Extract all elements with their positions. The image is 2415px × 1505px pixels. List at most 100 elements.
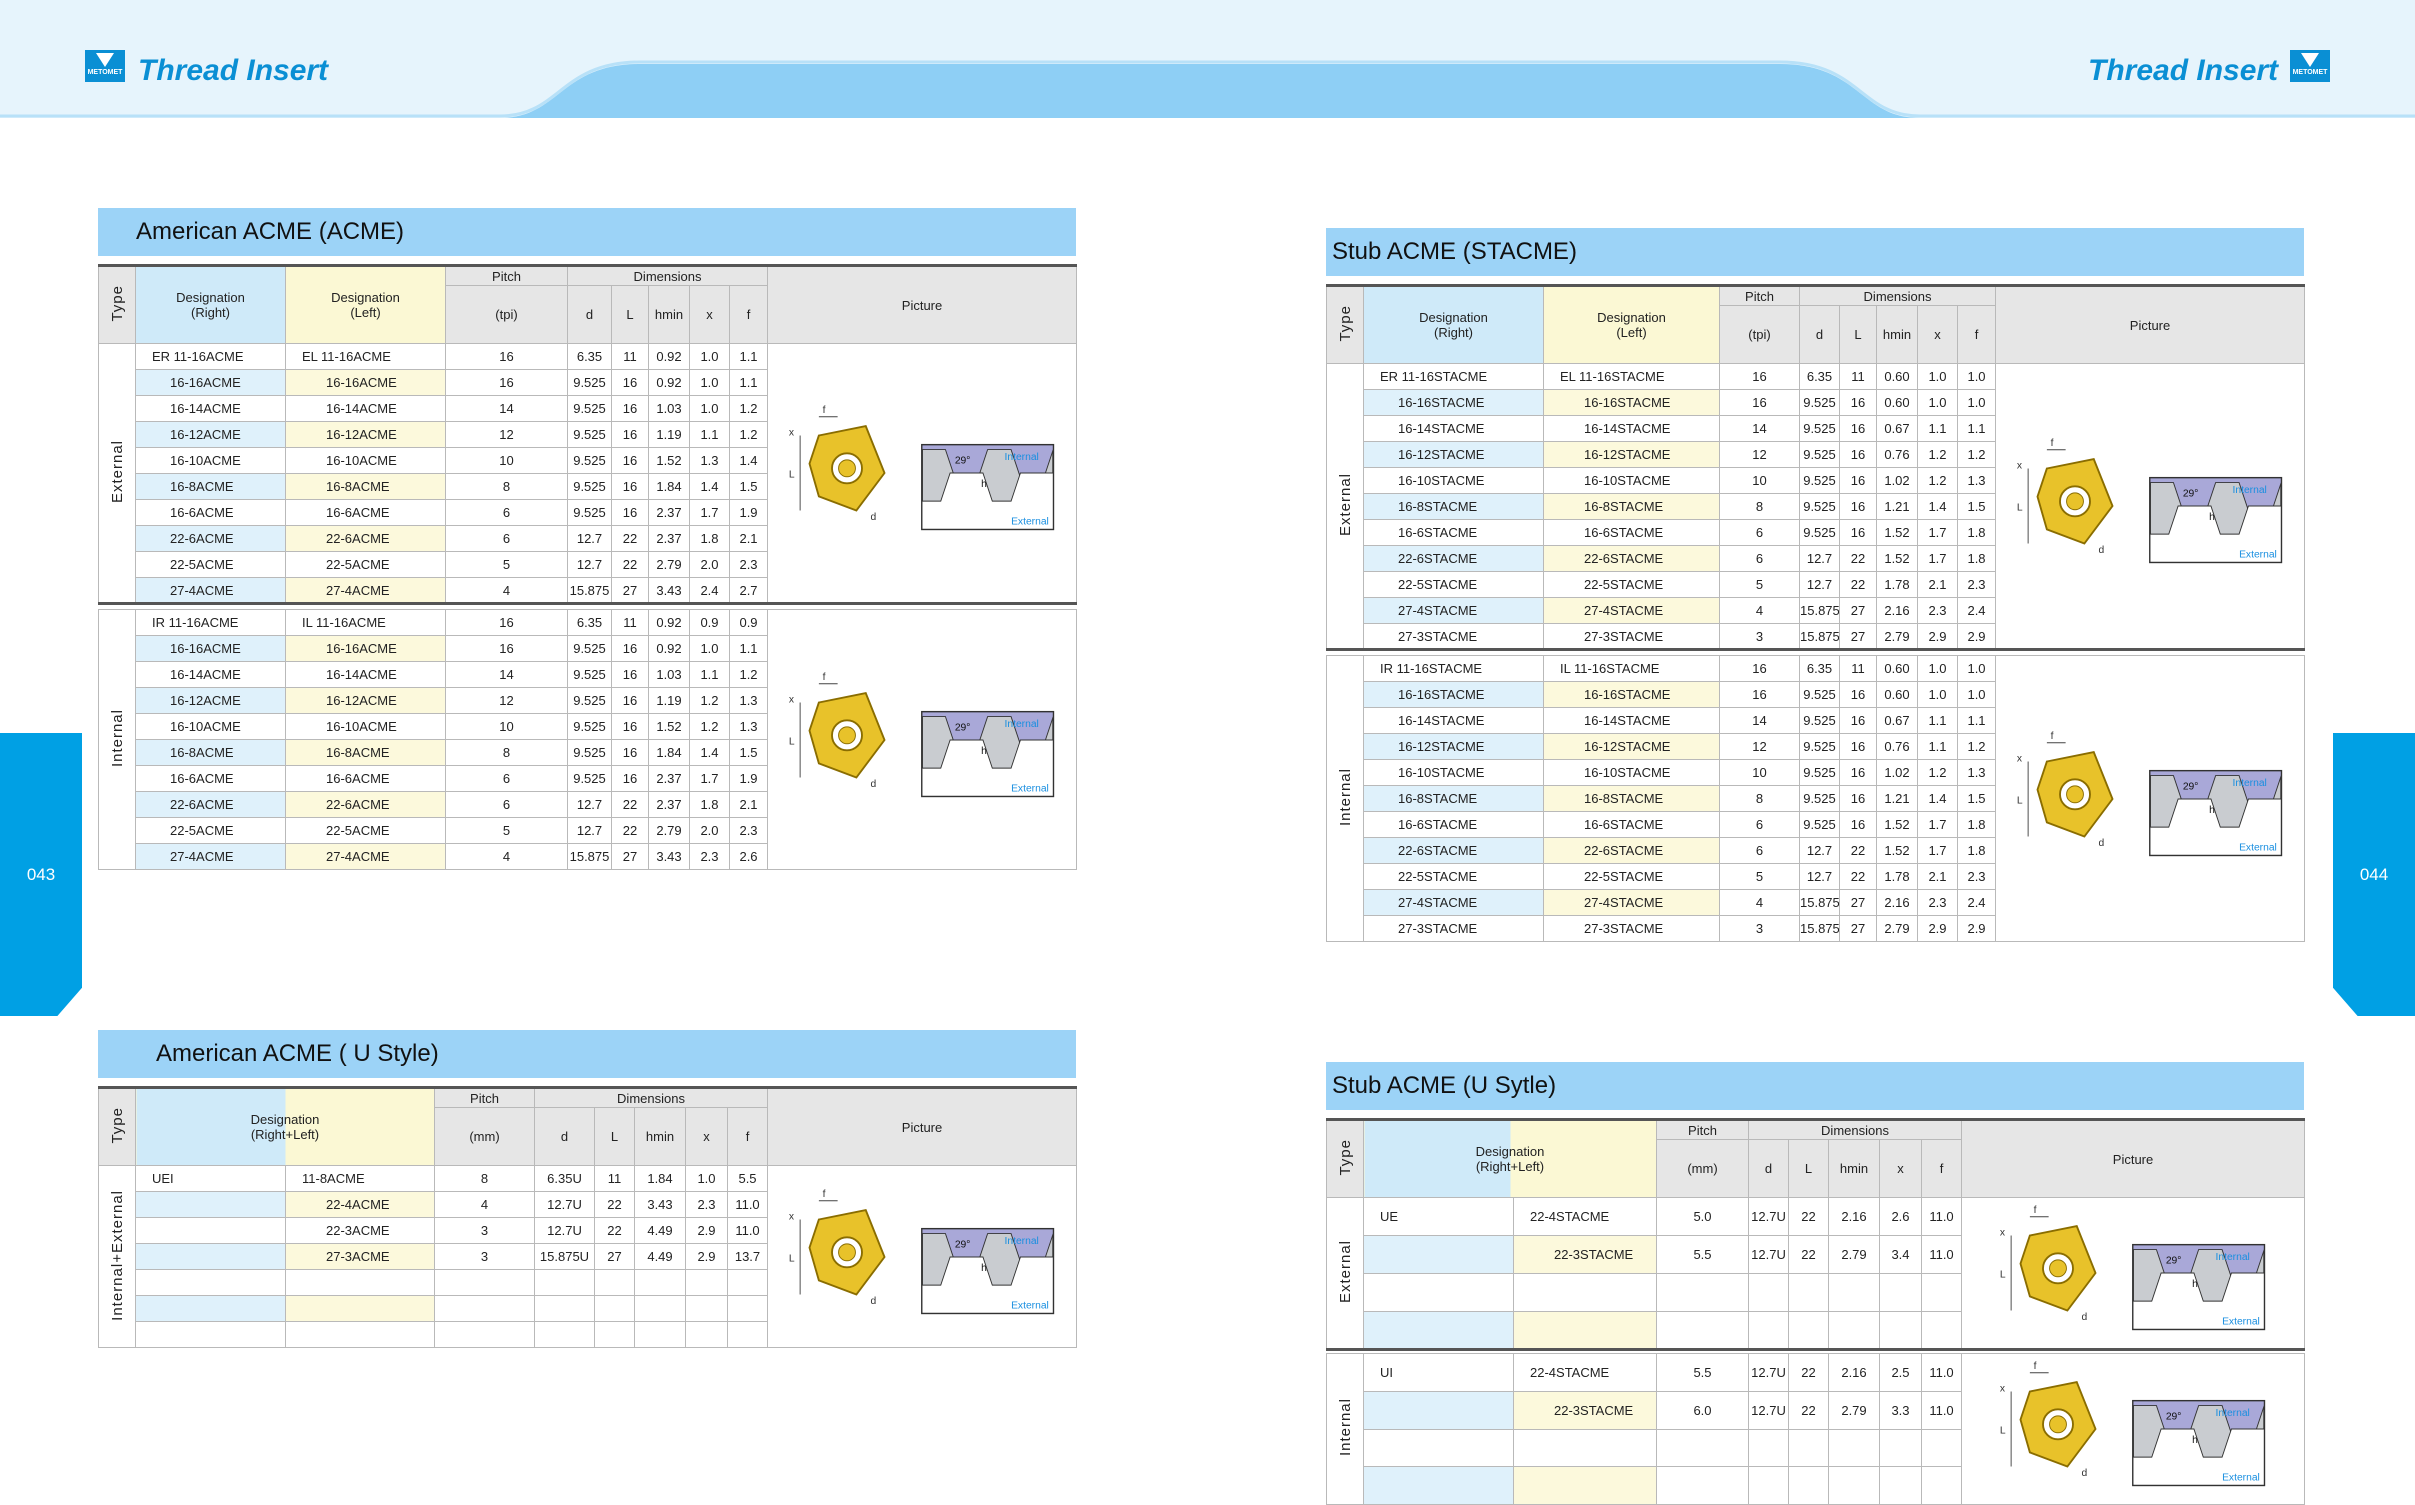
value-cell: 5.5 xyxy=(726,1165,769,1192)
header-band xyxy=(0,0,2415,130)
designation-left: 16-12STACME xyxy=(1543,733,1720,760)
value-cell: 12.7 xyxy=(567,525,612,552)
designation-right: 27-4STACME xyxy=(1363,597,1544,624)
value-cell: 6 xyxy=(1719,519,1800,546)
value-cell: 2.4 xyxy=(1956,889,1997,916)
value-cell: 1.0 xyxy=(689,369,730,396)
designation-right: 27-4STACME xyxy=(1363,889,1544,916)
value-cell: 1.4 xyxy=(728,447,769,474)
value-cell: 1.3 xyxy=(728,687,769,714)
value-cell: 2.9 xyxy=(1917,915,1958,942)
designation-left: 27-4STACME xyxy=(1543,889,1720,916)
value-cell: 1.1 xyxy=(728,343,769,370)
value-cell: 27 xyxy=(1839,597,1877,624)
value-cell: 10 xyxy=(445,713,568,740)
value-cell xyxy=(726,1295,769,1322)
value-cell xyxy=(726,1321,769,1348)
value-cell: 2.16 xyxy=(1876,889,1918,916)
insert-diagram: x f Ld 29° Internal External h xyxy=(2017,438,2283,564)
designation-right: ER 11-16STACME xyxy=(1363,363,1544,390)
designation-left: EL 11-16STACME xyxy=(1543,363,1720,390)
value-cell xyxy=(594,1295,635,1322)
table-row: External UE 22-4STACME 5.0 12.7U 22 2.16 2.6 11.… xyxy=(1326,1197,2306,1350)
insert-icon: x f Ld xyxy=(789,1189,886,1306)
value-cell: 15.875 xyxy=(1799,623,1840,650)
value-cell: 6 xyxy=(445,499,568,526)
header-title-left: Thread Insert xyxy=(138,54,329,87)
designation-left: 22-6ACME xyxy=(285,525,446,552)
value-cell: 2.37 xyxy=(648,499,690,526)
value-cell xyxy=(685,1321,728,1348)
label-angle: 29° xyxy=(2166,1256,2182,1267)
value-cell: 6 xyxy=(1719,811,1800,838)
designation-right: 16-16STACME xyxy=(1363,681,1544,708)
designation-right: 16-10ACME xyxy=(135,447,286,474)
value-cell: 6 xyxy=(445,765,568,792)
value-cell: 0.60 xyxy=(1876,655,1918,682)
section-title: American ACME (ACME) xyxy=(98,208,1076,256)
value-cell xyxy=(1748,1428,1789,1468)
designation-left: 16-6ACME xyxy=(285,499,446,526)
value-cell: 5 xyxy=(445,551,568,578)
value-cell: 2.16 xyxy=(1828,1197,1880,1236)
value-cell: 1.1 xyxy=(1956,707,1997,734)
value-cell: 1.78 xyxy=(1876,863,1918,890)
acme-u-table: Type Designation (Right+Left) Pitch Dimensi… xyxy=(98,1086,1078,1348)
designation-left: 27-4ACME xyxy=(285,577,446,604)
value-cell: 2.79 xyxy=(648,817,690,844)
value-cell xyxy=(534,1295,595,1322)
value-cell: 4.49 xyxy=(634,1217,686,1244)
value-cell: 1.2 xyxy=(728,421,769,448)
label-external: External xyxy=(2239,842,2277,853)
designation-left: 22-3ACME xyxy=(285,1217,435,1244)
value-cell: 11 xyxy=(611,609,649,636)
designation-right xyxy=(135,1269,286,1296)
value-cell: 3.3 xyxy=(1879,1390,1922,1430)
designation-right: 16-14STACME xyxy=(1363,415,1544,442)
value-cell: 1.1 xyxy=(689,421,730,448)
value-cell: 3.43 xyxy=(648,843,690,870)
value-cell: 12 xyxy=(445,421,568,448)
value-cell: 9.525 xyxy=(567,473,612,500)
value-cell: 27 xyxy=(611,577,649,604)
insert-diagram: x f Ld 29° Internal External h xyxy=(2000,1205,2266,1331)
value-cell: 12.7U xyxy=(1748,1353,1789,1392)
label-angle: 29° xyxy=(2183,781,2199,792)
value-cell: 4 xyxy=(445,843,568,870)
value-cell: 1.7 xyxy=(689,499,730,526)
designation-left: 16-14STACME xyxy=(1543,707,1720,734)
insert-diagram: x f Ld 29° Internal External h xyxy=(789,1189,1055,1314)
value-cell: 1.0 xyxy=(1956,363,1997,390)
value-cell: 12.7 xyxy=(1799,863,1840,890)
value-cell xyxy=(1879,1273,1922,1312)
value-cell: 13.7 xyxy=(726,1243,769,1270)
value-cell: 3.4 xyxy=(1879,1235,1922,1274)
designation-left xyxy=(1513,1466,1657,1505)
value-cell: 3 xyxy=(1719,915,1800,942)
value-cell: 6.35 xyxy=(1799,655,1840,682)
value-cell: 9.525 xyxy=(1799,467,1840,494)
insert-icon: x f Ld xyxy=(2000,1361,2097,1479)
value-cell xyxy=(634,1269,686,1296)
value-cell: 12 xyxy=(1719,441,1800,468)
label-h: h xyxy=(981,479,987,490)
value-cell xyxy=(1879,1466,1922,1505)
designation-right xyxy=(135,1321,286,1348)
value-cell: 1.02 xyxy=(1876,759,1918,786)
label-internal: Internal xyxy=(2233,485,2267,496)
designation-left: 16-6STACME xyxy=(1543,811,1720,838)
value-cell: 2.37 xyxy=(648,791,690,818)
value-cell xyxy=(1828,1273,1880,1312)
value-cell: 15.875 xyxy=(1799,597,1840,624)
designation-left: 16-8ACME xyxy=(285,739,446,766)
value-cell: 0.92 xyxy=(648,635,690,662)
value-cell: 1.2 xyxy=(1956,733,1997,760)
value-cell: 16 xyxy=(445,635,568,662)
designation-left xyxy=(1513,1273,1657,1312)
value-cell xyxy=(1788,1428,1829,1468)
designation-right: 16-10STACME xyxy=(1363,467,1544,494)
value-cell: 3.43 xyxy=(648,577,690,604)
label-internal: Internal xyxy=(1005,452,1039,463)
table-row: Internal IR 11-16STACME IL 11-16STACME 16 6.… xyxy=(1326,655,2306,942)
value-cell: 12.7U xyxy=(534,1217,595,1244)
